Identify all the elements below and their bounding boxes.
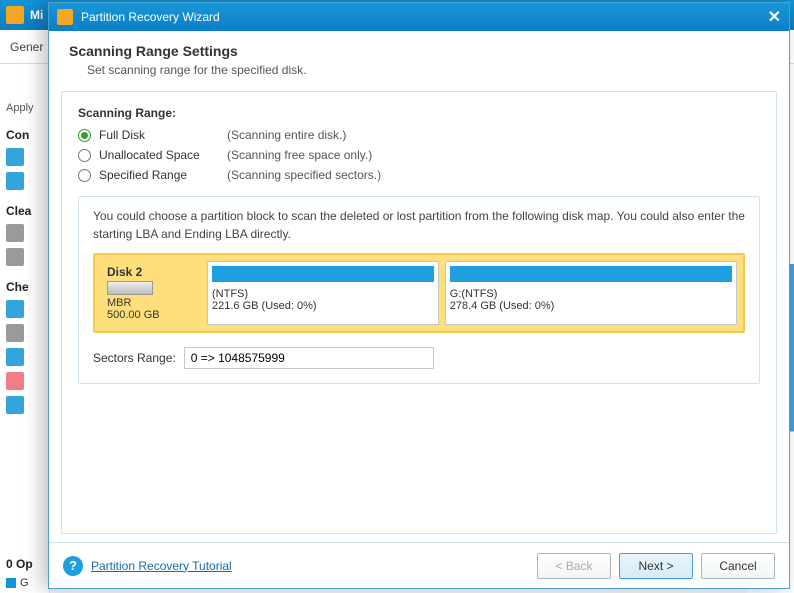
wizard-header: Scanning Range Settings Set scanning ran… — [49, 31, 789, 91]
disk-map-hint: You could choose a partition block to sc… — [93, 207, 745, 243]
sectors-range-row: Sectors Range: — [93, 347, 745, 369]
sectors-label: Sectors Range: — [93, 351, 176, 365]
wizard-close-icon[interactable]: ✕ — [768, 7, 781, 27]
partition-block-2[interactable]: G:(NTFS) 278.4 GB (Used: 0%) — [445, 261, 737, 325]
tools-icon[interactable] — [6, 324, 24, 342]
disk-map[interactable]: Disk 2 MBR 500.00 GB (NTFS) 221.6 GB (Us… — [93, 253, 745, 333]
radio-icon[interactable] — [78, 169, 91, 182]
disk-type: MBR — [107, 297, 195, 309]
footer-legend: G — [6, 577, 29, 589]
operations-label: 0 Op — [6, 557, 33, 571]
disk-info: Disk 2 MBR 500.00 GB — [101, 261, 201, 325]
wizard-title: Partition Recovery Wizard — [81, 10, 220, 24]
disk-map-panel: You could choose a partition block to sc… — [78, 196, 760, 384]
help-icon[interactable]: ? — [63, 556, 83, 576]
legend-square-icon — [6, 578, 16, 588]
app-icon — [6, 6, 24, 24]
partition-detail: 221.6 GB (Used: 0%) — [212, 300, 434, 312]
forbidden-icon[interactable] — [6, 372, 24, 390]
radio-desc: (Scanning specified sectors.) — [227, 168, 381, 182]
header-subtitle: Set scanning range for the specified dis… — [87, 63, 769, 77]
main-title: Mi — [30, 8, 43, 22]
scanning-range-panel: Scanning Range: Full Disk (Scanning enti… — [61, 91, 777, 534]
sidebar: Apply Con Clea Che — [0, 64, 50, 593]
radio-desc: (Scanning free space only.) — [227, 148, 372, 162]
section-check: Che — [6, 280, 43, 294]
panel-legend: Scanning Range: — [78, 106, 760, 120]
next-button[interactable]: Next > — [619, 553, 693, 579]
section-convert: Con — [6, 128, 43, 142]
radio-label: Full Disk — [99, 128, 227, 142]
wizard-dialog: Partition Recovery Wizard ✕ Scanning Ran… — [48, 2, 790, 589]
chart-icon[interactable] — [6, 348, 24, 366]
header-title: Scanning Range Settings — [69, 43, 769, 59]
partition-block-1[interactable]: (NTFS) 221.6 GB (Used: 0%) — [207, 261, 439, 325]
apply-label[interactable]: Apply — [6, 102, 43, 114]
tutorial-link[interactable]: Partition Recovery Tutorial — [91, 559, 232, 573]
radio-unallocated[interactable]: Unallocated Space (Scanning free space o… — [78, 148, 760, 162]
partition-bar — [212, 266, 434, 282]
wizard-icon — [57, 9, 73, 25]
wizard-footer: ? Partition Recovery Tutorial < Back Nex… — [49, 542, 789, 588]
radio-icon[interactable] — [78, 149, 91, 162]
cancel-button[interactable]: Cancel — [701, 553, 775, 579]
radio-full-disk[interactable]: Full Disk (Scanning entire disk.) — [78, 128, 760, 142]
radio-label: Unallocated Space — [99, 148, 227, 162]
trash-icon[interactable] — [6, 248, 24, 266]
radio-icon[interactable] — [78, 129, 91, 142]
partition-bar — [450, 266, 732, 282]
partition-detail: 278.4 GB (Used: 0%) — [450, 300, 732, 312]
bed-icon[interactable] — [6, 300, 24, 318]
radio-desc: (Scanning entire disk.) — [227, 128, 346, 142]
section-clean: Clea — [6, 204, 43, 218]
hdd-icon — [107, 281, 153, 295]
radio-specified[interactable]: Specified Range (Scanning specified sect… — [78, 168, 760, 182]
list-icon[interactable] — [6, 396, 24, 414]
globe-icon[interactable] — [6, 224, 24, 242]
partition-label: G:(NTFS) — [450, 288, 732, 300]
refresh-icon[interactable] — [6, 172, 24, 190]
disk-name: Disk 2 — [107, 265, 195, 279]
toolbar-label: Gener — [10, 40, 43, 54]
back-button[interactable]: < Back — [537, 553, 611, 579]
sectors-input[interactable] — [184, 347, 434, 369]
disk-icon[interactable] — [6, 148, 24, 166]
legend-text: G — [20, 577, 29, 589]
disk-size: 500.00 GB — [107, 309, 195, 321]
radio-label: Specified Range — [99, 168, 227, 182]
wizard-titlebar: Partition Recovery Wizard ✕ — [49, 3, 789, 31]
partition-label: (NTFS) — [212, 288, 434, 300]
